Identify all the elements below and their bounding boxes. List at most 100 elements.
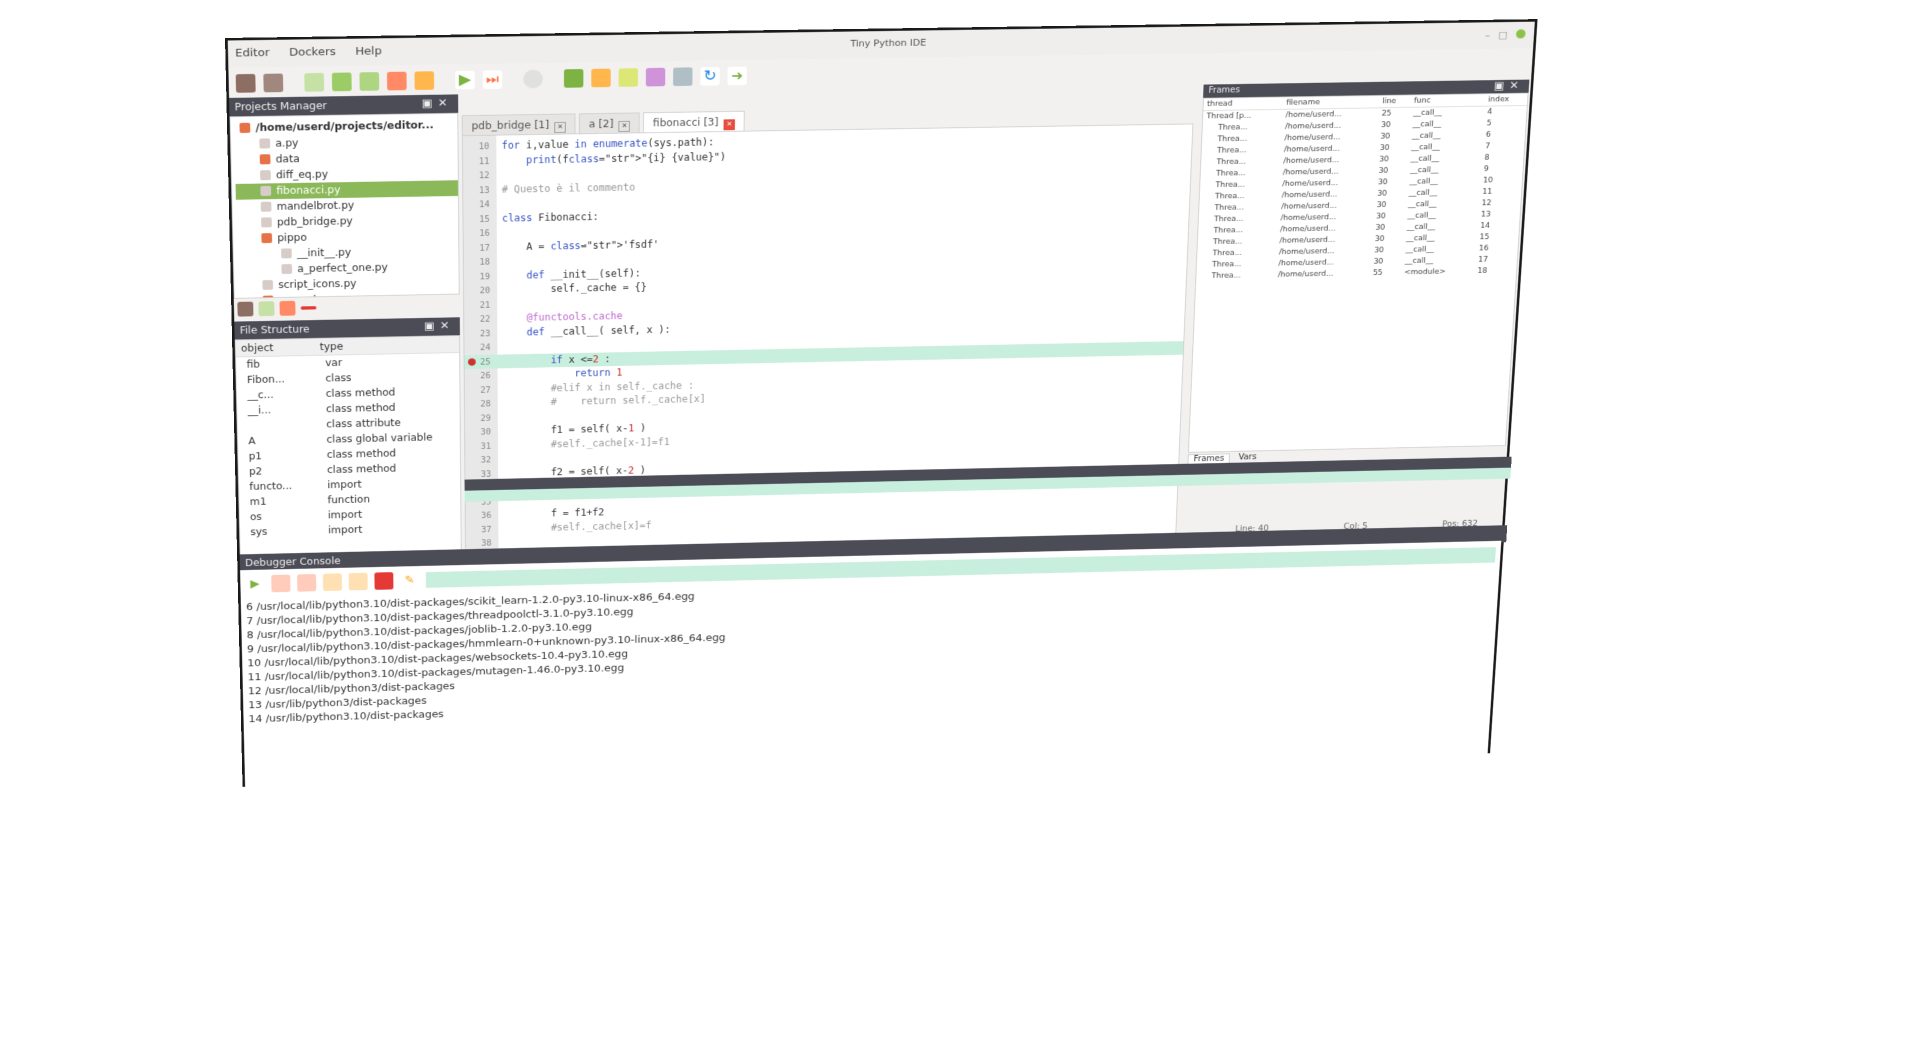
continue-icon[interactable]: ▶ — [245, 575, 264, 593]
line-number: 32 — [465, 454, 491, 468]
frames-col[interactable]: line — [1379, 95, 1411, 107]
project-item-label: a.py — [275, 137, 298, 149]
open-file-icon[interactable] — [332, 72, 352, 91]
frames-label: Frames — [1208, 86, 1240, 96]
frame-cell: 15 — [1476, 231, 1519, 243]
copy-icon[interactable] — [673, 67, 692, 86]
folder-icon[interactable] — [387, 72, 407, 91]
frame-cell: 55 — [1369, 267, 1401, 279]
step-into-icon[interactable] — [323, 573, 342, 591]
tab-0[interactable]: pdb_bridge [1] ✕ — [462, 113, 576, 135]
step-back-icon[interactable] — [297, 574, 316, 592]
dock-buttons[interactable]: ▣✕ — [422, 94, 453, 113]
line-number: 28 — [465, 397, 491, 411]
frame-cell: 30 — [1370, 256, 1402, 268]
open-folder-icon[interactable] — [279, 301, 295, 316]
frame-cell: 30 — [1374, 188, 1406, 200]
frame-cell: 4 — [1484, 105, 1527, 118]
project-actions — [237, 300, 316, 316]
frame-cell: 30 — [1376, 142, 1408, 154]
step-icon[interactable]: ⏭ — [483, 70, 503, 89]
tab-2[interactable]: fibonacci [3] ✕ — [643, 111, 745, 133]
structure-object: Fibon... — [236, 371, 325, 388]
step-over-icon[interactable] — [271, 575, 290, 593]
status-line: Line: 40 — [1235, 524, 1269, 533]
tab-label: pdb_bridge [1] — [472, 119, 550, 132]
line-number: 22 — [464, 313, 490, 327]
status-pos: Pos: 632 — [1442, 520, 1478, 529]
frame-cell: 6 — [1482, 129, 1525, 141]
tab-1[interactable]: a [2] ✕ — [579, 112, 640, 133]
tab-close-icon[interactable]: ✕ — [724, 119, 735, 130]
project-item-label: pippo — [277, 232, 307, 244]
frame-cell: 13 — [1477, 209, 1520, 221]
structure-object: fib — [236, 356, 325, 373]
tab-close-icon[interactable]: ✕ — [619, 121, 630, 132]
refresh-icon[interactable]: ↻ — [700, 67, 719, 86]
settings-icon[interactable] — [523, 70, 542, 89]
folder-icon — [260, 154, 271, 164]
save-file-icon[interactable] — [359, 72, 379, 91]
file-structure-panel: object type fib var Fibon... class __c... cla… — [235, 335, 462, 556]
bookmark-icon[interactable] — [564, 69, 583, 88]
tab-close-icon[interactable]: ✕ — [554, 122, 565, 133]
close-project-icon[interactable] — [263, 74, 283, 93]
export-icon[interactable] — [646, 68, 665, 87]
run-icon[interactable]: ▶ — [455, 71, 475, 90]
stop-icon[interactable] — [374, 572, 393, 590]
maximize-icon[interactable]: □ — [1498, 30, 1508, 41]
frame-cell: 30 — [1372, 211, 1404, 223]
dock-buttons-2[interactable]: ▣✕ — [424, 317, 455, 335]
projects-tree: /home/userd/projects/editor... a.py data di… — [230, 113, 460, 299]
structure-type: class method — [327, 461, 396, 478]
file-structure-label: File Structure — [240, 323, 310, 336]
project-item-label: data — [276, 153, 300, 165]
frames-col[interactable]: index — [1484, 94, 1527, 107]
frame-cell: 14 — [1477, 220, 1520, 232]
python-file-icon — [261, 217, 272, 227]
project-item-label: second — [278, 294, 316, 299]
structure-type: class method — [326, 385, 396, 402]
frame-cell: 30 — [1372, 222, 1404, 234]
frame-cell: <module> — [1401, 266, 1475, 279]
tab-label: a [2] — [589, 118, 614, 130]
line-number: 12 — [463, 169, 489, 184]
new-project-icon[interactable] — [236, 74, 256, 93]
line-number: 30 — [465, 426, 491, 440]
new-file-icon[interactable] — [304, 73, 324, 92]
add-folder-icon[interactable] — [237, 302, 253, 317]
remove-icon[interactable] — [301, 306, 317, 310]
col-type[interactable]: type — [320, 338, 344, 355]
python-file-icon — [261, 202, 272, 212]
line-number: 16 — [463, 227, 489, 241]
forward-icon[interactable]: ➜ — [727, 67, 746, 86]
add-file-icon[interactable] — [258, 301, 274, 316]
col-object[interactable]: object — [236, 339, 320, 357]
clear-icon[interactable]: ✎ — [400, 572, 419, 590]
line-number: 23 — [464, 327, 490, 341]
python-file-icon — [281, 264, 292, 274]
dock-buttons-3[interactable]: ▣✕ — [1493, 80, 1524, 94]
frame-cell: 30 — [1375, 154, 1407, 166]
frames-panel: thread filename line func index Thread [p...… — [1188, 93, 1529, 453]
line-number: 18 — [464, 255, 490, 269]
line-number: 17 — [464, 241, 490, 255]
window-controls: – □ — [1485, 29, 1526, 40]
structure-object: __c... — [237, 386, 326, 403]
folder-icon — [263, 296, 274, 299]
python-file-icon — [260, 170, 271, 180]
python-file-icon — [260, 186, 271, 196]
breakpoint-icon[interactable] — [468, 358, 476, 365]
line-number: 26 — [465, 369, 491, 383]
structure-type: var — [325, 355, 342, 371]
window-title: Tiny Python IDE — [228, 28, 1534, 58]
structure-type: class method — [326, 400, 396, 417]
step-out-icon[interactable] — [349, 573, 368, 591]
frame-cell: 30 — [1377, 119, 1409, 131]
home-icon[interactable] — [591, 69, 610, 88]
minimize-icon[interactable]: – — [1485, 30, 1490, 41]
save-all-icon[interactable] — [414, 71, 434, 90]
frame-cell: 30 — [1373, 199, 1405, 211]
import-icon[interactable] — [619, 68, 638, 87]
close-icon[interactable] — [1516, 29, 1526, 38]
